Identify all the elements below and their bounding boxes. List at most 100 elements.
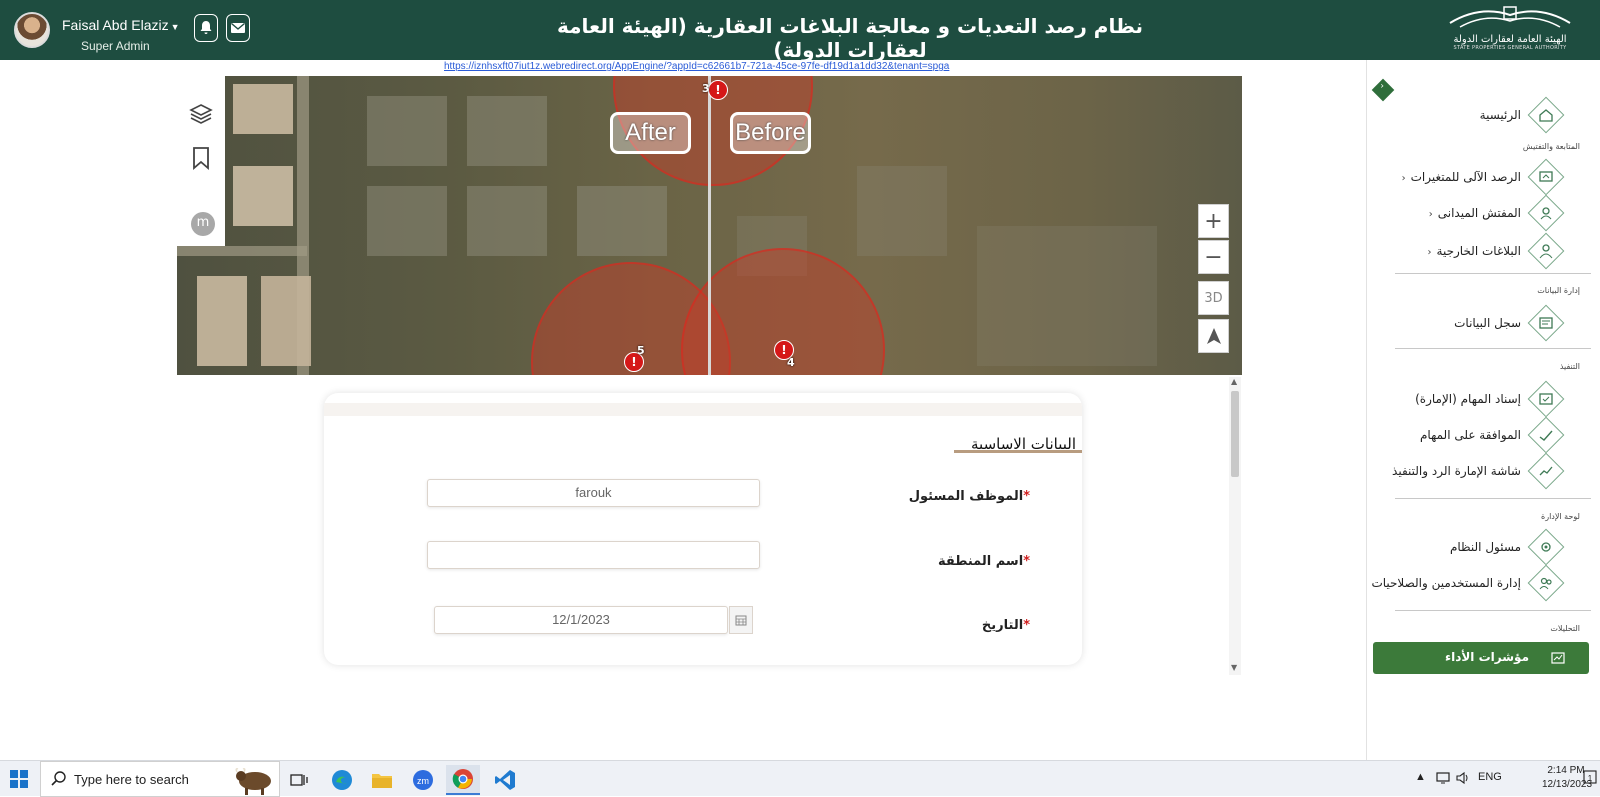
map-building: [577, 186, 667, 256]
sidebar-item-label: الرئيسية: [1479, 108, 1521, 122]
sidebar-item-approve-tasks[interactable]: الموافقة على المهام: [1367, 416, 1600, 454]
employee-label-text: الموظف المسئول: [908, 489, 1024, 504]
caret-down-icon: ▼: [170, 22, 180, 32]
region-label-text: اسم المنطقة: [937, 554, 1024, 569]
date-field[interactable]: 12/1/2023: [434, 606, 728, 634]
windows-taskbar: Type here to search zm ▲ ENG 2:14 PM 12/…: [0, 760, 1600, 797]
marker-number: 5: [637, 344, 645, 357]
sidebar-section-admin: لوحة الإدارة: [1541, 512, 1580, 521]
windows-start-icon[interactable]: [10, 770, 28, 788]
app-url-link[interactable]: https://iznhsxft07iut1z.webredirect.org/…: [444, 61, 949, 72]
sidebar-item-assign-tasks[interactable]: إسناد المهام (الإمارة): [1367, 380, 1600, 418]
sidebar-item-home[interactable]: الرئيسية: [1367, 96, 1600, 134]
map-avatar-badge[interactable]: m: [191, 212, 215, 236]
network-icon[interactable]: [1436, 772, 1450, 784]
home-icon: [1527, 96, 1565, 134]
sidebar-item-label: سجل البيانات: [1454, 316, 1521, 330]
map-tools-panel: m: [177, 76, 225, 246]
svg-text:1: 1: [1588, 774, 1593, 783]
sidebar-item-label: الموافقة على المهام: [1419, 428, 1521, 442]
sidebar-item-emirate-response[interactable]: شاشة الإمارة الرد والتنفيذ: [1367, 452, 1600, 490]
taskbar-search-box[interactable]: Type here to search: [40, 761, 280, 797]
calendar-icon: [735, 615, 747, 626]
notification-center-icon[interactable]: 1: [1583, 770, 1597, 786]
user-role: Super Admin: [81, 39, 150, 53]
file-explorer-taskbar-button[interactable]: [365, 765, 399, 795]
page-title: نظام رصد التعديات و معالجة البلاغات العق…: [557, 14, 1143, 62]
required-marker: *: [1023, 489, 1030, 504]
zoom-in-button[interactable]: +: [1198, 204, 1229, 238]
sidebar-divider: [1395, 498, 1591, 499]
sidebar-item-data-records[interactable]: سجل البيانات: [1367, 304, 1600, 342]
sidebar-item-label: الرصد الآلى للمتغيرات: [1410, 170, 1521, 184]
sidebar-section-data: إدارة البيانات: [1537, 286, 1580, 295]
chrome-taskbar-button[interactable]: [446, 765, 480, 795]
card-decoration: [324, 403, 1082, 416]
map-building: [467, 96, 547, 166]
date-picker-button[interactable]: [729, 606, 753, 634]
user-avatar[interactable]: [14, 12, 50, 48]
chevron-right-icon: ›: [1380, 81, 1384, 92]
zoom-out-button[interactable]: −: [1198, 240, 1229, 274]
sidebar-item-label: المفتش الميدانى: [1437, 206, 1521, 220]
sidebar-item-label: البلاغات الخارجية: [1436, 244, 1521, 258]
chevron-left-icon: ‹: [1401, 173, 1406, 184]
sidebar-divider: [1395, 610, 1591, 611]
vscode-taskbar-button[interactable]: [488, 765, 522, 795]
edge-browser-icon: [332, 770, 352, 790]
map-road: [177, 246, 307, 256]
sidebar-section-monitoring: المتابعة والتفتيش: [1522, 142, 1580, 151]
after-label: After: [610, 112, 691, 154]
edge-taskbar-button[interactable]: [325, 765, 359, 795]
users-icon: [1527, 564, 1565, 602]
admin-icon: [1527, 528, 1565, 566]
user-menu[interactable]: Faisal Abd Elaziz ▼: [62, 17, 180, 33]
approve-icon: [1527, 416, 1565, 454]
compass-button[interactable]: [1198, 319, 1229, 353]
notifications-button[interactable]: [194, 14, 218, 42]
swipe-divider[interactable]: [708, 76, 711, 375]
assign-icon: [1527, 380, 1565, 418]
task-view-icon: [290, 774, 308, 786]
volume-icon[interactable]: [1456, 771, 1470, 785]
layers-icon[interactable]: [189, 102, 213, 126]
monitor-icon: [1527, 158, 1565, 196]
form-scrollbar[interactable]: ▲ ▼: [1229, 377, 1241, 675]
sidebar-item-label: إسناد المهام (الإمارة): [1415, 392, 1521, 406]
chevron-left-icon: ‹: [1428, 209, 1433, 220]
task-view-button[interactable]: [282, 765, 316, 795]
sidebar-item-auto-monitoring[interactable]: الرصد الآلى للمتغيرات ‹: [1367, 158, 1600, 196]
input-language[interactable]: ENG: [1478, 771, 1502, 783]
kpi-button[interactable]: مؤشرات الأداء: [1373, 642, 1589, 674]
user-icon: [1527, 232, 1565, 270]
region-label: *اسم المنطقة: [938, 554, 1030, 569]
bookmark-icon[interactable]: [189, 146, 213, 170]
zoom-taskbar-button[interactable]: zm: [406, 765, 440, 795]
required-marker: *: [1023, 554, 1030, 569]
chevron-left-icon: ‹: [1427, 247, 1432, 258]
sidebar-section-analytics: التحليلات: [1550, 624, 1580, 633]
scroll-up-icon[interactable]: ▲: [1231, 377, 1237, 386]
tray-expand-icon[interactable]: ▲: [1415, 771, 1426, 783]
3d-toggle-button[interactable]: 3D: [1198, 281, 1229, 315]
marker-pin[interactable]: !: [708, 80, 728, 100]
sidebar-item-users-permissions[interactable]: إدارة المستخدمين والصلاحيات: [1367, 564, 1600, 602]
map-viewer[interactable]: After Before ! 3 ! 5 ! 4 m + − 3D: [177, 76, 1242, 375]
section-underline: [954, 450, 1082, 453]
map-building: [367, 96, 447, 166]
employee-field[interactable]: farouk: [427, 479, 760, 507]
messages-button[interactable]: [226, 14, 250, 42]
region-name-field[interactable]: [427, 541, 760, 569]
sidebar-item-field-inspector[interactable]: المفتش الميدانى ‹: [1367, 194, 1600, 232]
folder-icon: [372, 774, 392, 788]
date-label-text: التاريخ: [981, 618, 1024, 633]
sidebar-divider: [1395, 273, 1591, 274]
sidebar-section-execution: التنفيذ: [1559, 362, 1580, 371]
scroll-down-icon[interactable]: ▼: [1231, 663, 1237, 672]
search-icon: [51, 771, 66, 786]
map-building: [197, 276, 247, 366]
scroll-thumb[interactable]: [1231, 391, 1239, 477]
sidebar-item-external-reports[interactable]: البلاغات الخارجية ‹: [1367, 232, 1600, 270]
sidebar-item-system-admin[interactable]: مسئول النظام: [1367, 528, 1600, 566]
marker-number: 3: [702, 82, 710, 95]
